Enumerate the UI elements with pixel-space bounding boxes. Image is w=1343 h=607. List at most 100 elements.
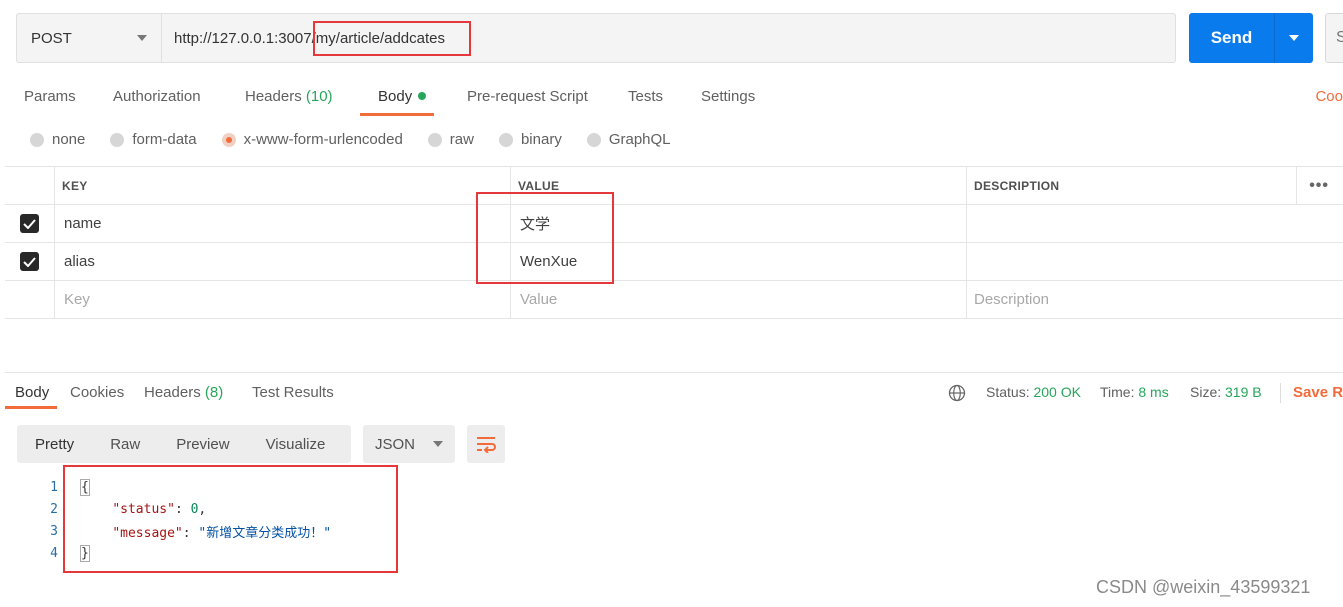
view-preview[interactable]: Preview — [158, 436, 247, 453]
radio-label: x-www-form-urlencoded — [243, 131, 403, 148]
radio-binary[interactable]: binary — [498, 131, 562, 148]
radio-icon — [110, 132, 125, 147]
checkbox-checked-icon[interactable] — [20, 214, 39, 233]
send-button-group: Send — [1189, 13, 1313, 63]
tab-body-label: Body — [378, 88, 413, 105]
size-readout: Size: 319 B — [1190, 384, 1262, 400]
more-options-icon[interactable]: ••• — [1309, 167, 1329, 204]
time-label: Time: — [1100, 384, 1135, 400]
view-visualize[interactable]: Visualize — [248, 436, 344, 453]
table-header-row: KEY VALUE DESCRIPTION ••• — [5, 167, 1343, 205]
format-select[interactable]: JSON — [363, 425, 455, 463]
radio-icon — [30, 132, 44, 147]
body-type-radios: none form-data x-www-form-urlencoded raw… — [30, 131, 696, 148]
format-label: JSON — [375, 435, 416, 453]
response-tab-headers[interactable]: Headers (8) — [144, 384, 223, 401]
column-header-description: DESCRIPTION — [967, 167, 1297, 204]
param-key-input[interactable]: name — [55, 205, 511, 242]
header-checkbox-cell — [5, 167, 55, 204]
send-button[interactable]: Send — [1189, 13, 1275, 63]
param-key-input[interactable]: alias — [55, 243, 511, 280]
status-dot-icon — [418, 92, 427, 100]
line-number: 3 — [50, 523, 58, 539]
size-value: 319 B — [1225, 384, 1262, 400]
tab-prerequest-script[interactable]: Pre-request Script — [467, 88, 588, 105]
tab-tests[interactable]: Tests — [628, 88, 663, 105]
radio-label: none — [52, 131, 86, 148]
view-pretty[interactable]: Pretty — [17, 436, 92, 453]
radio-label: GraphQL — [608, 131, 671, 148]
response-tab-headers-count: (8) — [204, 384, 224, 401]
request-tabs: Params Authorization Headers (10) Body P… — [0, 80, 1343, 116]
radio-icon — [586, 132, 601, 147]
tab-headers[interactable]: Headers (10) — [245, 88, 333, 105]
radio-form-data[interactable]: form-data — [110, 131, 197, 148]
wrap-lines-button[interactable] — [467, 425, 505, 463]
response-tab-headers-label: Headers — [144, 384, 201, 401]
row-checkbox-cell — [5, 281, 55, 318]
cookies-link[interactable]: Coo — [1315, 88, 1343, 105]
view-raw[interactable]: Raw — [92, 436, 158, 453]
wrap-lines-icon — [477, 437, 496, 453]
tab-params[interactable]: Params — [24, 88, 76, 105]
method-label: POST — [31, 29, 72, 47]
table-row: alias WenXue — [5, 243, 1343, 281]
meta-divider — [1280, 383, 1281, 403]
send-options-button[interactable] — [1275, 13, 1313, 63]
save-button[interactable]: S — [1325, 13, 1343, 63]
save-response-button[interactable]: Save Re — [1293, 384, 1343, 401]
radio-x-www-form-urlencoded[interactable]: x-www-form-urlencoded — [221, 131, 403, 148]
view-mode-tabs: Pretty Raw Preview Visualize — [17, 425, 351, 463]
annotation-box-values — [476, 192, 614, 284]
active-tab-indicator — [360, 113, 434, 116]
radio-graphql[interactable]: GraphQL — [586, 131, 671, 148]
line-number: 2 — [50, 501, 58, 517]
response-tab-cookies[interactable]: Cookies — [70, 384, 124, 401]
annotation-box-url — [313, 21, 471, 56]
new-key-input[interactable]: Key — [55, 281, 511, 318]
params-table: KEY VALUE DESCRIPTION ••• name 文学 alias … — [5, 166, 1343, 319]
checkbox-checked-icon[interactable] — [20, 252, 39, 271]
radio-label: binary — [520, 131, 562, 148]
param-description-input[interactable] — [967, 243, 1343, 280]
radio-label: raw — [449, 131, 474, 148]
tab-authorization[interactable]: Authorization — [113, 88, 201, 105]
column-header-key: KEY — [55, 167, 511, 204]
status-value: 200 OK — [1033, 384, 1081, 400]
chevron-down-icon — [137, 35, 147, 41]
tab-settings[interactable]: Settings — [701, 88, 755, 105]
method-select[interactable]: POST — [16, 13, 161, 63]
time-value: 8 ms — [1138, 384, 1169, 400]
table-row: name 文学 — [5, 205, 1343, 243]
url-bar: POST http://127.0.0.1:3007/my/article/ad… — [16, 13, 1176, 63]
line-number: 1 — [50, 479, 58, 495]
radio-raw[interactable]: raw — [427, 131, 474, 148]
response-tab-body[interactable]: Body — [15, 384, 49, 401]
radio-none[interactable]: none — [30, 131, 85, 148]
time-readout: Time: 8 ms — [1100, 384, 1169, 400]
status-label: Status: — [986, 384, 1030, 400]
globe-icon[interactable] — [948, 384, 966, 402]
line-number: 4 — [50, 545, 58, 561]
tab-headers-label: Headers — [245, 88, 302, 105]
watermark: CSDN @weixin_43599321 — [1096, 577, 1311, 597]
annotation-box-response — [63, 465, 398, 573]
radio-icon — [427, 132, 442, 147]
param-description-input[interactable] — [967, 205, 1343, 242]
response-tab-test-results[interactable]: Test Results — [252, 384, 334, 401]
active-response-tab-indicator — [5, 406, 57, 409]
response-tabs: Body Cookies Headers (8) Test Results St… — [0, 372, 1343, 410]
row-checkbox-cell — [5, 205, 55, 242]
new-description-input[interactable]: Description — [967, 281, 1343, 318]
chevron-down-icon — [433, 441, 443, 447]
chevron-down-icon — [1289, 35, 1299, 41]
tab-body[interactable]: Body — [378, 88, 427, 105]
status-readout: Status: 200 OK — [986, 384, 1081, 400]
row-checkbox-cell — [5, 243, 55, 280]
radio-icon — [498, 132, 513, 147]
tab-headers-count: (10) — [305, 88, 333, 105]
size-label: Size: — [1190, 384, 1222, 400]
radio-label: form-data — [132, 131, 197, 148]
new-value-input[interactable]: Value — [511, 281, 967, 318]
radio-selected-icon — [221, 132, 236, 147]
